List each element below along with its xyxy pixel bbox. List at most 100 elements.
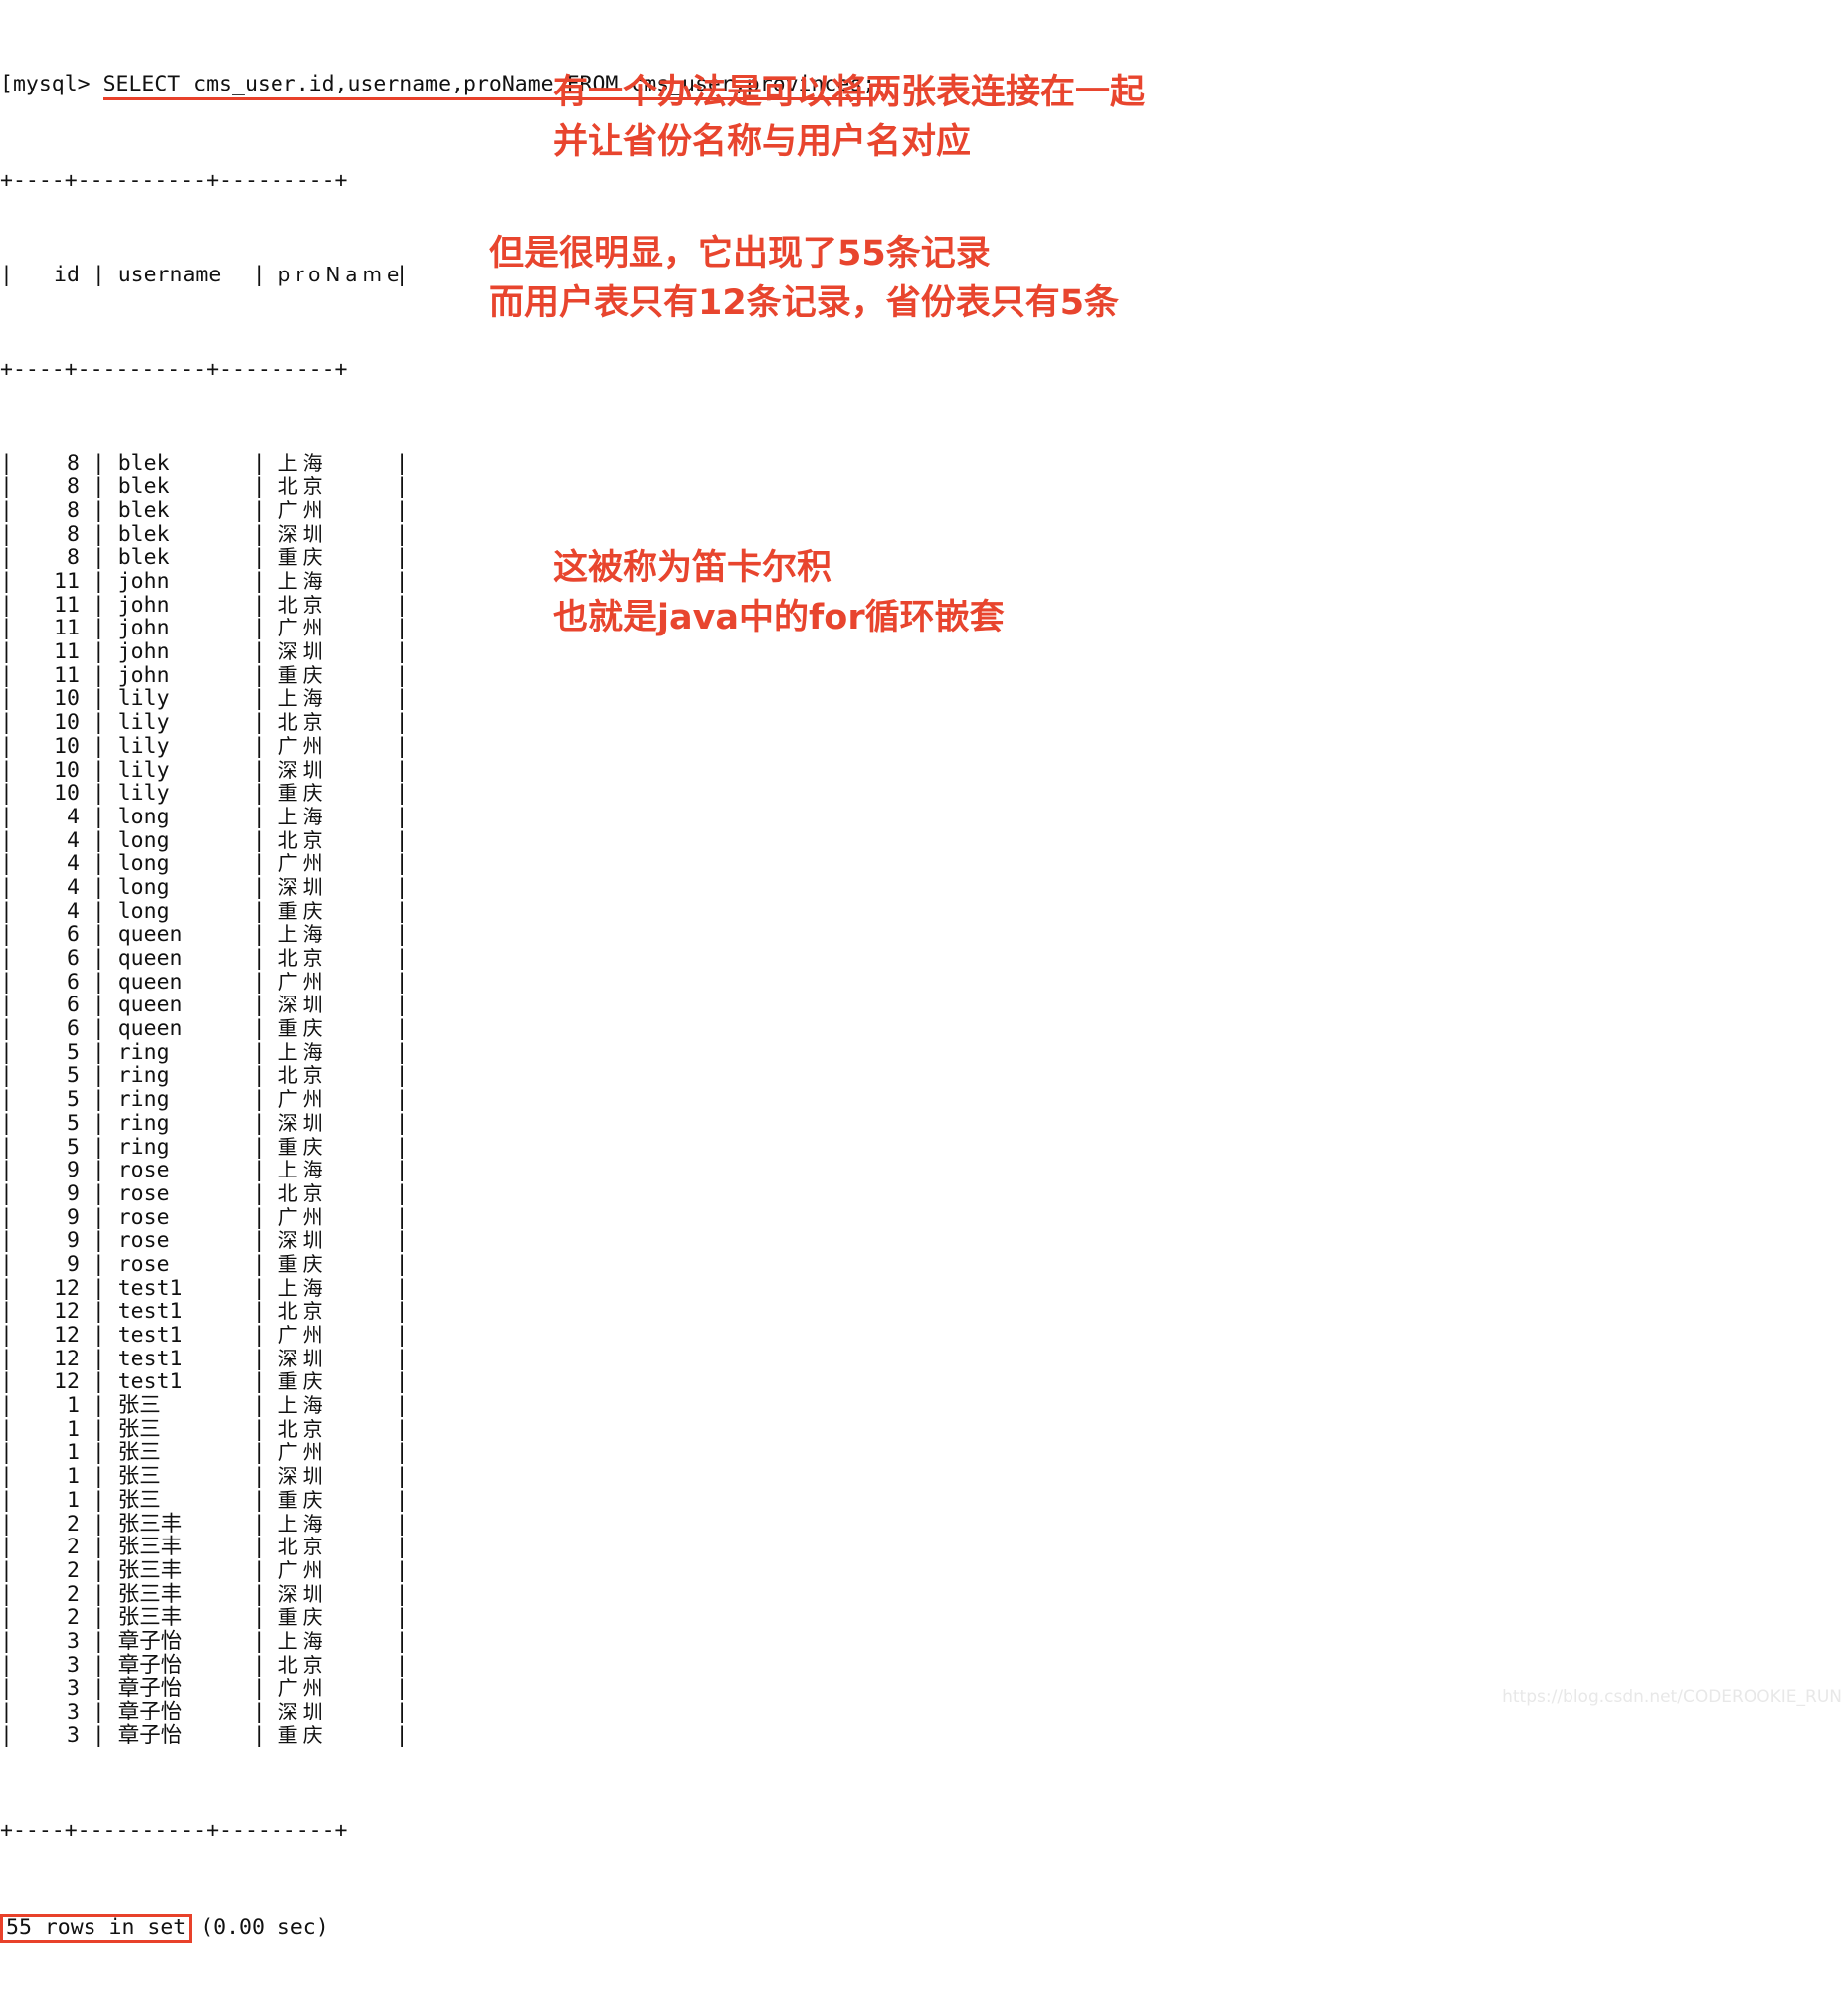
pipe-glyph: | [0, 451, 26, 476]
pipe-glyph: | [79, 1440, 118, 1466]
column-header-proname: proName [277, 263, 405, 287]
cell-username: test1 [117, 1346, 183, 1371]
pipe-glyph: | [395, 781, 409, 807]
pipe-glyph: | [395, 545, 409, 571]
pipe-glyph: | [79, 662, 118, 688]
pipe-glyph: | [0, 1039, 26, 1065]
pipe-glyph: | [0, 662, 26, 688]
cell-username: john [117, 639, 170, 665]
mysql-terminal-output: [mysql> SELECT cms_user.id,username,proN… [0, 0, 876, 1992]
pipe-glyph: | [252, 1228, 278, 1254]
pipe-glyph: | [79, 1299, 118, 1325]
pipe-glyph: | [252, 1676, 278, 1702]
cell-proname: 上海 [277, 686, 328, 711]
table-row: | 2 | 张三丰 | 重庆 | [0, 1606, 477, 1630]
pipe-glyph: | [79, 1652, 118, 1678]
cell-proname: 上海 [277, 1511, 328, 1536]
table-row: | 12 | test1 | 北京 | [0, 1300, 477, 1324]
pipe-glyph: | [0, 569, 26, 595]
cell-id: 12 [54, 1323, 80, 1349]
cell-id: 2 [66, 1511, 80, 1537]
pipe-glyph: | [79, 1323, 118, 1349]
pipe-glyph: | [252, 569, 278, 595]
pipe-glyph: | [0, 922, 26, 948]
cell-proname: 深圳 [277, 1110, 328, 1135]
cell-id: 12 [54, 1299, 80, 1325]
cell-proname: 重庆 [277, 898, 328, 923]
pipe-glyph: | [0, 827, 26, 853]
table-row: | 9 | rose | 重庆 | [0, 1251, 477, 1277]
cell-proname: 深圳 [277, 1581, 328, 1606]
pipe-glyph: | [0, 686, 26, 712]
cell-id: 11 [54, 639, 80, 665]
cell-username: 张三丰 [117, 1605, 183, 1631]
pipe-glyph: | [252, 1087, 278, 1113]
cell-id: 5 [66, 1110, 80, 1136]
pipe-glyph: | [79, 1204, 118, 1230]
table-row: | 4 | long | 北京 | [0, 827, 477, 853]
pipe-glyph: | [252, 1535, 278, 1560]
pipe-glyph: | [395, 874, 409, 900]
table-row: | 4 | long | 广州 | [0, 852, 477, 876]
cell-id: 9 [66, 1251, 80, 1277]
annotation-line: 但是很明显，它出现了55条记录 [489, 234, 991, 273]
pipe-glyph: | [0, 1628, 26, 1654]
cell-id: 10 [54, 686, 80, 712]
pipe-glyph: | [395, 1676, 409, 1702]
pipe-glyph: | [252, 497, 278, 523]
pipe-glyph: | [252, 1299, 278, 1325]
cell-username: 张三 [117, 1440, 161, 1466]
cell-proname: 重庆 [277, 1487, 328, 1512]
pipe-glyph: | [79, 1628, 118, 1654]
cell-username: queen [117, 969, 183, 995]
pipe-glyph: | [252, 1440, 278, 1466]
pipe-glyph: | [79, 1275, 118, 1301]
pipe-glyph: | [0, 521, 26, 547]
pipe-glyph: | [252, 1557, 278, 1583]
table-row: | 2 | 张三丰 | 广州 | [0, 1557, 477, 1583]
pipe-glyph: | [395, 1204, 409, 1230]
pipe-glyph: | [395, 686, 409, 712]
table-row: | 8 | blek | 深圳 | [0, 521, 477, 547]
cell-username: 张三 [117, 1464, 161, 1490]
table-header-row: | id | username | proName| [0, 263, 477, 287]
annotation-line: 有一个办法是可以将两张表连接在一起 [553, 73, 1146, 112]
pipe-glyph: | [0, 781, 26, 807]
cell-username: john [117, 616, 170, 641]
cell-id: 10 [54, 757, 80, 783]
pipe-glyph: | [395, 1346, 409, 1371]
table-row: | 1 | 张三 | 重庆 | [0, 1487, 477, 1513]
cell-proname: 广州 [277, 1440, 328, 1465]
cell-proname: 广州 [277, 1676, 328, 1701]
pipe-glyph: | [0, 1016, 26, 1042]
pipe-glyph: | [0, 1063, 26, 1089]
cell-id: 4 [66, 874, 80, 900]
pipe-glyph: | [0, 545, 26, 571]
pipe-glyph: | [395, 1511, 409, 1537]
cell-username: blek [117, 497, 170, 523]
table-row: | 1 | 张三 | 深圳 | [0, 1464, 477, 1490]
cell-proname: 北京 [277, 946, 328, 971]
table-row: | 6 | queen | 北京 | [0, 946, 477, 972]
pipe-glyph: | [0, 1251, 26, 1277]
cell-username: queen [117, 946, 183, 972]
pipe-glyph: | [79, 1722, 118, 1748]
pipe-glyph: | [0, 1134, 26, 1160]
cell-id: 8 [66, 545, 80, 571]
result-footer-line: 55 rows in set (0.00 sec) [0, 1912, 477, 1944]
cell-id: 1 [66, 1416, 80, 1442]
cell-username: lily [117, 757, 170, 783]
pipe-glyph: | [252, 1605, 278, 1631]
table-row: | 11 | john | 北京 | [0, 593, 477, 618]
cell-id: 1 [66, 1440, 80, 1466]
pipe-glyph: | [79, 1487, 118, 1513]
pipe-glyph: | [0, 1110, 26, 1136]
cell-proname: 深圳 [277, 521, 328, 546]
pipe-glyph: | [0, 474, 26, 500]
cell-id: 2 [66, 1581, 80, 1607]
pipe-glyph: | [395, 1180, 409, 1206]
pipe-glyph: | [395, 1464, 409, 1490]
cell-id: 3 [66, 1652, 80, 1678]
cell-proname: 广州 [277, 616, 328, 640]
cell-id: 1 [66, 1487, 80, 1513]
